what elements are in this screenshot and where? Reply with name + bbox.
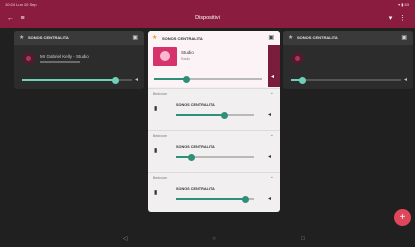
add-icon[interactable]: + <box>394 209 411 226</box>
room-group: Bedroom ⌄ ▮ SONOS CENTRALITA ◂ <box>148 130 280 172</box>
now-playing: ★ SONOS CENTRALITA ▣ Studio Radio ◂ <box>148 31 280 87</box>
nav-bar: ◁ ○ □ <box>0 231 415 247</box>
device-card-left[interactable]: ★ SONOS CENTRALITA ▣ Mr Gabriel Kelly - … <box>14 31 144 89</box>
speaker-icon: ▮ <box>154 106 158 112</box>
volume-icon[interactable]: ◂ <box>404 76 407 83</box>
group-label: Bedroom <box>153 176 168 180</box>
status-bar: 10:24 Lun 10 Sep ▾ ▮ 63 <box>0 0 415 9</box>
nav-back-icon[interactable]: ◁ <box>120 234 130 244</box>
slider-fill <box>176 114 225 116</box>
filter-icon[interactable]: ▾ <box>386 14 395 23</box>
device-name: SONOS CENTRALITA <box>162 36 203 41</box>
track-subtitle: Radio <box>181 57 191 61</box>
app-bar: ← ≡ Dispositivi ▾ ⋮ <box>0 9 415 28</box>
slider-fill <box>22 79 116 81</box>
slider-knob[interactable] <box>299 76 306 84</box>
volume-slider[interactable] <box>176 111 254 119</box>
device-name: SONOS CENTRALITA <box>28 35 69 40</box>
device-card-right[interactable]: ★ SONOS CENTRALITA ▣ ◂ <box>283 31 413 89</box>
volume-slider[interactable] <box>154 75 262 83</box>
volume-icon[interactable]: ◂ <box>268 195 271 202</box>
more-icon[interactable]: ▣ <box>401 34 407 41</box>
slider-knob[interactable] <box>242 195 249 203</box>
group-label: Bedroom <box>153 134 168 138</box>
star-icon[interactable]: ★ <box>152 34 157 41</box>
speaker-icon: ▮ <box>154 190 158 196</box>
slider-knob[interactable] <box>221 111 228 119</box>
volume-icon[interactable]: ◂ <box>271 73 274 80</box>
more-vert-icon[interactable]: ⋮ <box>398 14 407 23</box>
group-label: Bedroom <box>153 92 168 96</box>
card-header: ★ SONOS CENTRALITA ▣ <box>14 31 144 45</box>
slider-knob[interactable] <box>112 76 119 84</box>
slider-knob[interactable] <box>183 75 190 83</box>
page-title: Dispositivi <box>195 15 220 21</box>
nav-home-icon[interactable]: ○ <box>209 234 219 244</box>
volume-slider[interactable] <box>176 153 254 161</box>
volume-icon[interactable]: ◂ <box>268 111 271 118</box>
room-group: Bedroom ⌄ ▮ SONOS CENTRALITA ◂ <box>148 172 280 212</box>
star-icon[interactable]: ★ <box>288 34 293 41</box>
room-name: SONOS CENTRALITA <box>176 103 215 107</box>
status-time: 10:24 Lun 10 Sep <box>5 2 37 7</box>
volume-slider[interactable] <box>176 195 254 203</box>
slider-fill <box>154 78 187 80</box>
chevron-icon[interactable]: ⌄ <box>270 90 274 96</box>
volume-slider[interactable] <box>291 76 401 84</box>
device-name: SONOS CENTRALITA <box>297 35 338 40</box>
more-icon[interactable]: ▣ <box>132 34 138 41</box>
volume-icon[interactable]: ◂ <box>268 153 271 160</box>
chevron-icon[interactable]: ⌄ <box>270 174 274 180</box>
chevron-icon[interactable]: ⌄ <box>270 132 274 138</box>
album-art <box>22 52 35 65</box>
track-title: Mr Gabriel Kelly - Studio <box>40 54 89 59</box>
volume-slider[interactable] <box>22 76 132 84</box>
group-panel: ★ SONOS CENTRALITA ▣ Studio Radio ◂ Bedr… <box>148 31 280 212</box>
track-title: Studio <box>181 50 194 55</box>
speaker-icon: ▮ <box>154 148 158 154</box>
nav-recents-icon[interactable]: □ <box>298 234 308 244</box>
room-name: SONOS CENTRALITA <box>176 187 215 191</box>
album-art <box>291 52 304 65</box>
track-subtitle-bar <box>40 61 80 63</box>
screen: 10:24 Lun 10 Sep ▾ ▮ 63 ← ≡ Dispositivi … <box>0 0 415 247</box>
slider-knob[interactable] <box>188 153 195 161</box>
volume-strip: ◂ <box>268 45 280 87</box>
slider-fill <box>176 198 245 200</box>
room-name: SONOS CENTRALITA <box>176 145 215 149</box>
room-group: Bedroom ⌄ ▮ SONOS CENTRALITA ◂ <box>148 88 280 130</box>
card-header: ★ SONOS CENTRALITA ▣ <box>283 31 413 45</box>
status-icons: ▾ ▮ 63 <box>398 2 409 7</box>
more-icon[interactable]: ▣ <box>268 34 274 41</box>
volume-icon[interactable]: ◂ <box>135 76 138 83</box>
album-art <box>153 47 177 66</box>
star-icon[interactable]: ★ <box>19 34 24 41</box>
